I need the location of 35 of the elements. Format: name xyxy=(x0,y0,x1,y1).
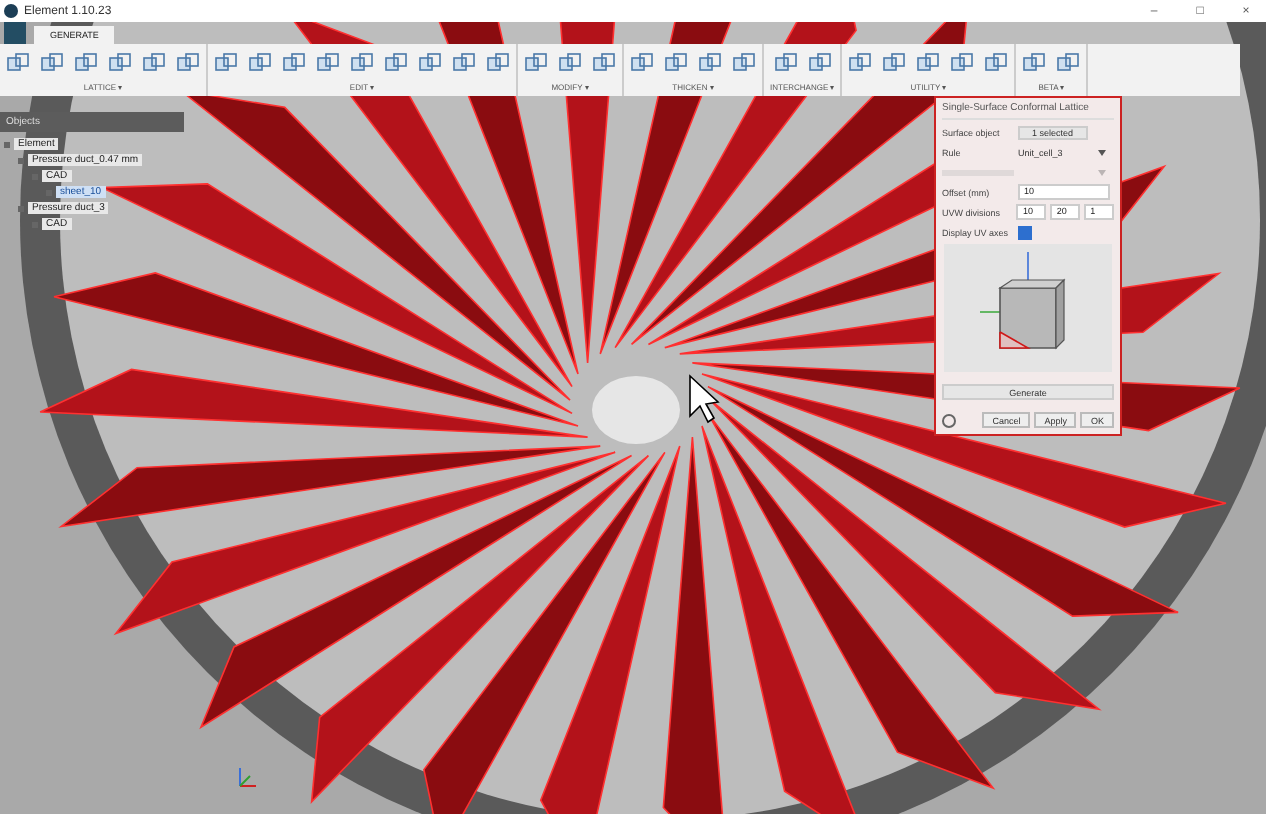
lattice-tool-icon[interactable] xyxy=(882,51,907,75)
lattice-tool-icon[interactable] xyxy=(773,51,798,75)
lattice-tool-icon[interactable] xyxy=(74,51,98,75)
lattice-tool-icon[interactable] xyxy=(6,51,30,75)
lattice-tool-icon[interactable] xyxy=(248,51,272,75)
lattice-tool-icon[interactable] xyxy=(452,51,476,75)
lattice-tool-icon[interactable] xyxy=(1056,51,1081,75)
lattice-tool-icon[interactable] xyxy=(176,51,200,75)
lattice-tool-icon[interactable] xyxy=(698,51,722,75)
lattice-tool-icon[interactable] xyxy=(848,51,873,75)
lattice-tool-icon[interactable] xyxy=(807,51,832,75)
lattice-tool-icon[interactable] xyxy=(664,51,688,75)
lattice-tool-icon[interactable] xyxy=(282,51,306,75)
lattice-tool-icon[interactable] xyxy=(486,51,510,75)
lattice-tool-icon[interactable] xyxy=(984,51,1009,75)
checkbox[interactable] xyxy=(1018,225,1032,239)
lattice-tool-icon[interactable] xyxy=(108,51,132,75)
lattice-tool-icon[interactable] xyxy=(418,51,442,75)
caret-icon[interactable] xyxy=(1098,149,1106,155)
lattice-tool-icon[interactable] xyxy=(214,51,238,75)
lattice-tool-icon[interactable] xyxy=(384,51,408,75)
lattice-tool-icon[interactable] xyxy=(40,51,64,75)
lattice-tool-icon[interactable] xyxy=(350,51,374,75)
lattice-tool-icon[interactable] xyxy=(142,51,166,75)
lattice-tool-icon[interactable] xyxy=(732,51,756,75)
lattice-tool-icon[interactable] xyxy=(592,51,616,75)
mouse-pointer-icon xyxy=(688,374,720,424)
lattice-tool-icon[interactable] xyxy=(316,51,340,75)
lattice-tool-icon[interactable] xyxy=(916,51,941,75)
lattice-tool-icon[interactable] xyxy=(1022,51,1047,75)
lattice-tool-icon[interactable] xyxy=(558,51,582,75)
help-icon[interactable] xyxy=(942,413,956,427)
lattice-tool-icon[interactable] xyxy=(950,51,975,75)
lattice-tool-icon[interactable] xyxy=(524,51,548,75)
lattice-tool-icon[interactable] xyxy=(630,51,654,75)
